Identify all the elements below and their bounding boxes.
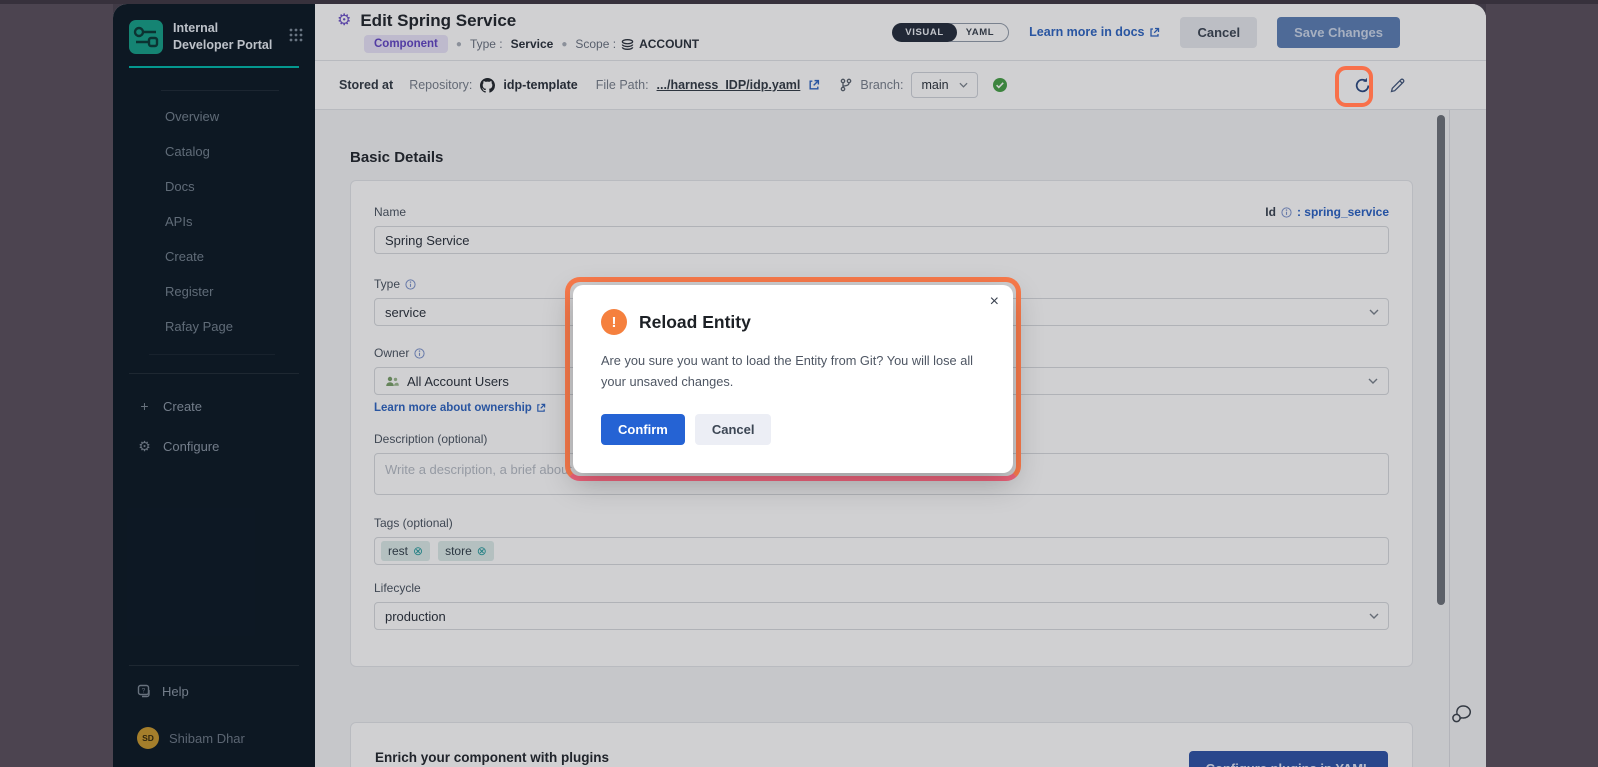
modal-message: Are you sure you want to load the Entity… — [601, 350, 981, 392]
confirm-button[interactable]: Confirm — [601, 414, 685, 445]
modal-title: Reload Entity — [639, 312, 751, 333]
modal-annotation-ring: × ! Reload Entity Are you sure you want … — [565, 277, 1021, 481]
modal-cancel-button[interactable]: Cancel — [695, 414, 772, 445]
reload-entity-modal: × ! Reload Entity Are you sure you want … — [573, 285, 1013, 473]
close-icon[interactable]: × — [990, 293, 999, 311]
reload-annotation-ring — [1335, 66, 1373, 107]
warning-icon: ! — [601, 309, 627, 335]
